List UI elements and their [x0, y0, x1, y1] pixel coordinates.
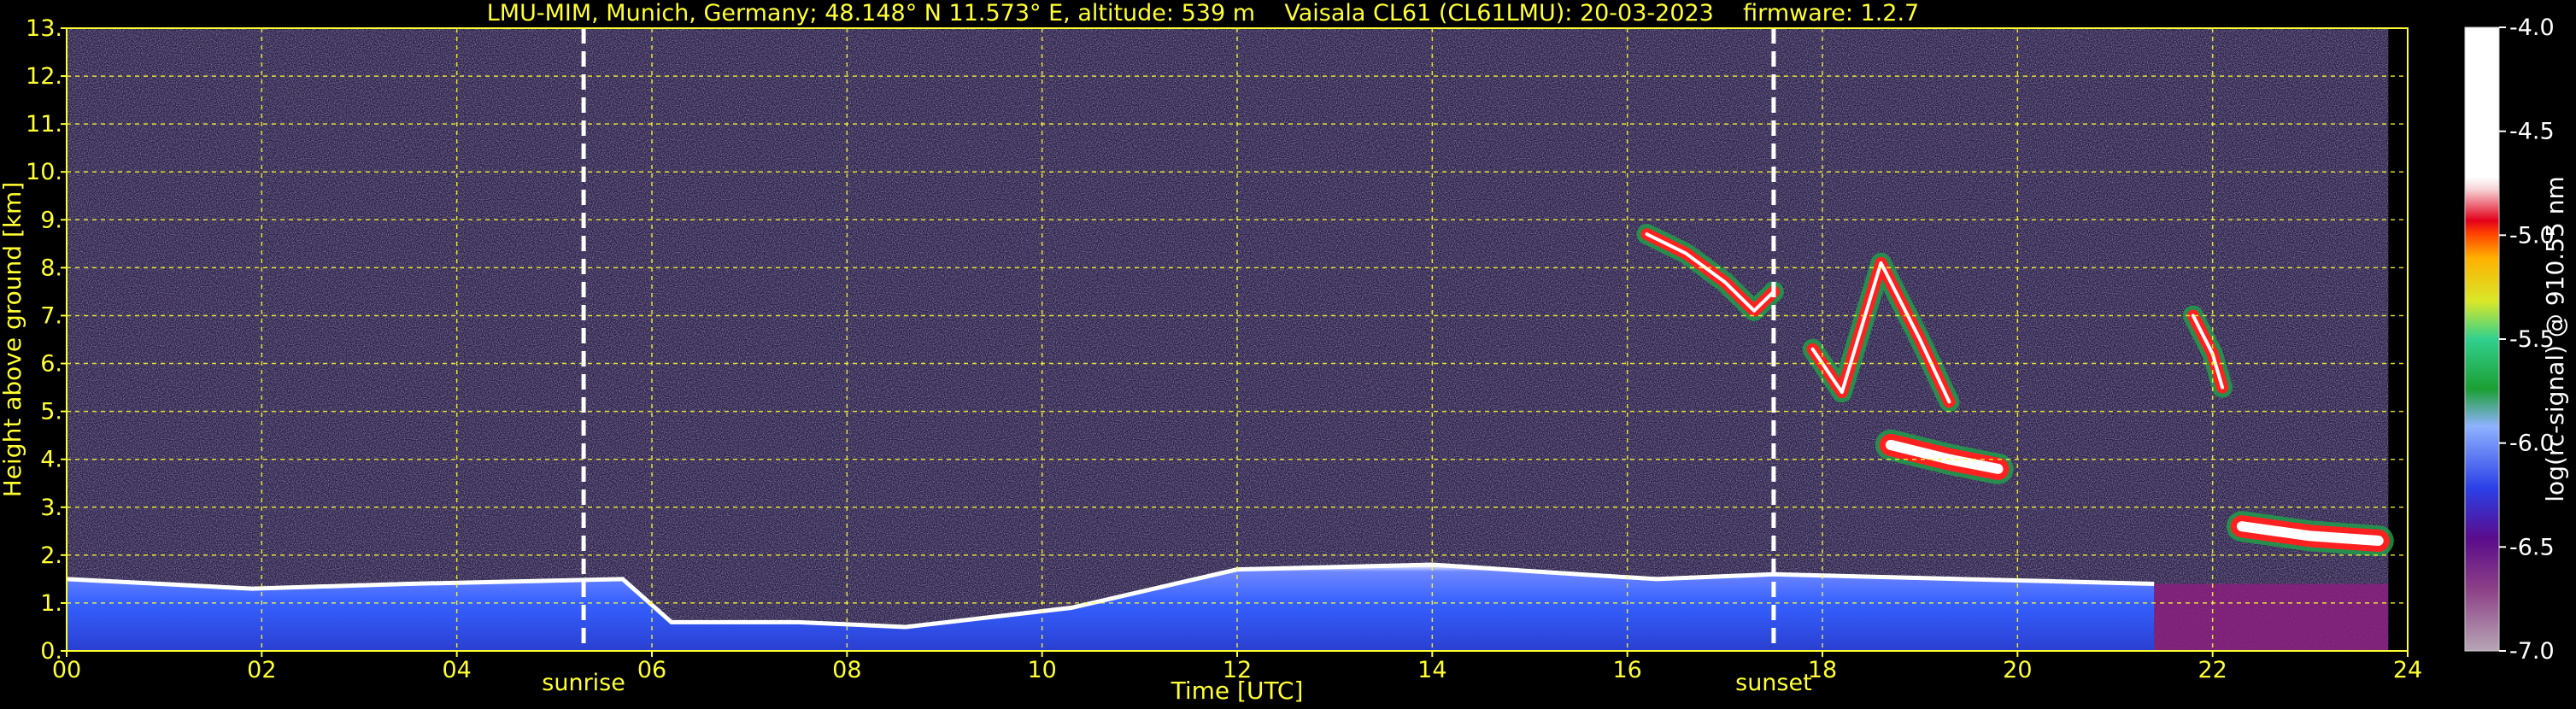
y-tick-label: 3. — [40, 495, 62, 521]
y-tick-label: 10. — [26, 159, 62, 185]
y-tick-label: 6. — [40, 351, 62, 378]
y-tick-label: 12. — [26, 63, 62, 90]
y-tick-label: 0. — [40, 638, 62, 665]
x-tick-label: 20 — [2003, 657, 2032, 683]
x-tick-label: 04 — [442, 657, 471, 683]
x-tick-label: 22 — [2198, 657, 2227, 683]
x-tick-label: 02 — [247, 657, 276, 683]
x-tick-label: 06 — [637, 657, 666, 683]
chart-svg: sunrise sunset00 02 04 06 08 10 12 14 16 18 20 22 240… — [0, 0, 2569, 705]
noise-texture — [67, 28, 2389, 651]
y-tick-label: 5. — [40, 399, 62, 425]
y-tick-label: 8. — [40, 255, 62, 281]
plot-area — [66, 28, 2394, 651]
sunrise-label: sunrise — [542, 670, 625, 696]
sunset-label: sunset — [1735, 670, 1812, 696]
x-tick-label: 14 — [1417, 657, 1446, 683]
y-tick-label: 13. — [26, 15, 62, 42]
boundary-layer-night — [2154, 583, 2389, 651]
colorbar-scale — [2464, 26, 2500, 652]
colorbar-tick-label: -4.5 — [2509, 119, 2555, 145]
y-axis-label: Height above ground [km] — [0, 182, 26, 498]
colorbar-tick-label: -7.0 — [2509, 638, 2555, 665]
y-tick-label: 1. — [40, 590, 62, 617]
x-tick-label: 10 — [1027, 657, 1056, 683]
ceilometer-chart: sunrise sunset 00 02 04 06 08 10 12 14 16 18 20 22 24 0… — [0, 0, 2576, 706]
y-tick-label: 4. — [40, 447, 62, 473]
y-tick-label: 9. — [40, 207, 62, 233]
colorbar-tick-label: -4.0 — [2509, 15, 2555, 41]
x-axis-label: Time [UTC] — [1171, 677, 1304, 705]
chart-title: LMU-MIM, Munich, Germany; 48.148° N 11.5… — [487, 0, 1920, 26]
colorbar-tick-label: -6.5 — [2509, 534, 2555, 560]
y-tick-label: 2. — [40, 542, 62, 569]
x-tick-label: 16 — [1612, 657, 1641, 683]
y-tick-label: 7. — [40, 302, 62, 329]
colorbar-label: log(rc-signal) @ 910.55 nm — [2541, 176, 2569, 501]
x-tick-label: 08 — [832, 657, 861, 683]
x-tick-label: 18 — [1808, 657, 1837, 683]
colorbar: -4.0-4.5-5.0-5.5-6.0-6.5-7.0log(rc-signa… — [2464, 15, 2569, 665]
y-tick-label: 11. — [26, 111, 62, 138]
x-tick-label: 24 — [2393, 657, 2422, 683]
